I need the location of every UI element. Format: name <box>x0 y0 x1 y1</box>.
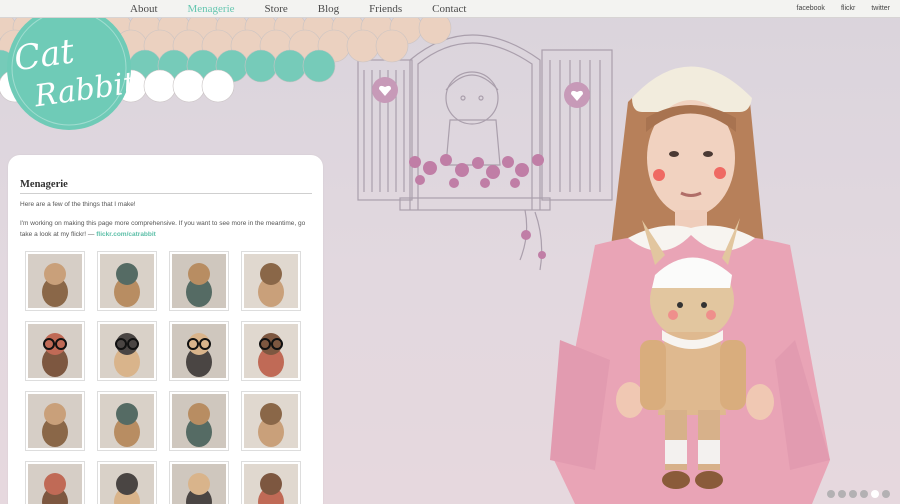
gallery-thumb-crowned-doll[interactable] <box>97 461 157 504</box>
gallery-thumb-glasses-doll-blue-shirt[interactable] <box>169 321 229 381</box>
roof-scallop <box>418 16 452 45</box>
thumb-image <box>28 324 82 378</box>
slideshow-dot[interactable] <box>860 490 868 498</box>
slideshow-dots <box>824 490 890 498</box>
slideshow-dot[interactable] <box>838 490 846 498</box>
thumb-image <box>28 394 82 448</box>
thumb-image <box>244 464 298 504</box>
thumb-image <box>100 464 154 504</box>
roof-scallop <box>172 69 206 103</box>
thumb-image <box>244 324 298 378</box>
thumb-image <box>28 464 82 504</box>
gallery-thumb-brown-rabbit-doll[interactable] <box>97 251 157 311</box>
detail-copy: I'm working on making this page more com… <box>20 220 306 238</box>
roof-scallop <box>375 29 409 63</box>
gallery-thumb-doll-red-mask[interactable] <box>169 391 229 451</box>
flickr-link-top[interactable]: flickr <box>841 0 855 18</box>
thumb-image <box>100 324 154 378</box>
gallery-thumb-two-glasses-dolls[interactable] <box>97 321 157 381</box>
detail-text: I'm working on making this page more com… <box>20 218 314 240</box>
flickr-link[interactable]: flickr.com/catrabbit <box>96 231 156 238</box>
facebook-link[interactable]: facebook <box>797 0 825 18</box>
nav-contact[interactable]: Contact <box>432 0 466 18</box>
twitter-link[interactable]: twitter <box>871 0 890 18</box>
gallery-thumb-lion-doll-on-table[interactable] <box>241 251 301 311</box>
thumb-image <box>172 464 226 504</box>
thumb-image <box>172 394 226 448</box>
slideshow-dot[interactable] <box>849 490 857 498</box>
nav-friends[interactable]: Friends <box>369 0 402 18</box>
thumb-image <box>100 254 154 308</box>
gallery-thumb-penguin-doll[interactable] <box>169 461 229 504</box>
logo-text-line1: Cat <box>12 31 77 79</box>
gallery-thumb-owl-doll[interactable] <box>241 391 301 451</box>
roof-scallop <box>346 29 380 63</box>
gallery-thumb-glasses-doll-hat-2[interactable] <box>241 461 301 504</box>
logo-lettering: Cat Rabbit <box>11 10 131 126</box>
content-panel: Menagerie Here are a few of the things t… <box>8 155 323 504</box>
model-with-doll-photo <box>550 66 830 504</box>
social-nav: facebook flickr twitter <box>781 0 890 18</box>
gallery-thumb-dolls-pink-car[interactable] <box>25 391 85 451</box>
roof-scallop <box>273 49 307 83</box>
nav-menagerie[interactable]: Menagerie <box>188 0 235 18</box>
site-logo[interactable]: Cat Rabbit <box>7 6 131 130</box>
thumb-image <box>100 394 154 448</box>
gallery-thumb-long-hair-doll[interactable] <box>169 251 229 311</box>
thumb-image <box>172 254 226 308</box>
gallery-thumb-glasses-doll-tall[interactable] <box>241 321 301 381</box>
thumb-image <box>244 394 298 448</box>
main-nav: About Menagerie Store Blog Friends Conta… <box>130 0 496 18</box>
page-title: Menagerie <box>20 179 312 194</box>
nav-blog[interactable]: Blog <box>318 0 339 18</box>
gallery-thumb-native-chief-doll[interactable] <box>25 251 85 311</box>
gallery-thumb-dark-hair-doll[interactable] <box>25 461 85 504</box>
roof-scallop <box>201 69 235 103</box>
roof-scallop <box>143 69 177 103</box>
top-nav-bar: About Menagerie Store Blog Friends Conta… <box>0 0 900 18</box>
slideshow-dot[interactable] <box>827 490 835 498</box>
thumb-image <box>244 254 298 308</box>
gallery-thumb-glasses-doll-hat[interactable] <box>25 321 85 381</box>
slideshow-dot[interactable] <box>882 490 890 498</box>
gallery-thumb-bear-hood-doll[interactable] <box>97 391 157 451</box>
roof-scallop <box>302 49 336 83</box>
intro-text: Here are a few of the things that I make… <box>20 201 136 208</box>
slideshow-dot[interactable] <box>871 490 879 498</box>
thumb-image <box>172 324 226 378</box>
nav-about[interactable]: About <box>130 0 158 18</box>
roof-scallop <box>244 49 278 83</box>
thumb-image <box>28 254 82 308</box>
nav-store[interactable]: Store <box>265 0 288 18</box>
